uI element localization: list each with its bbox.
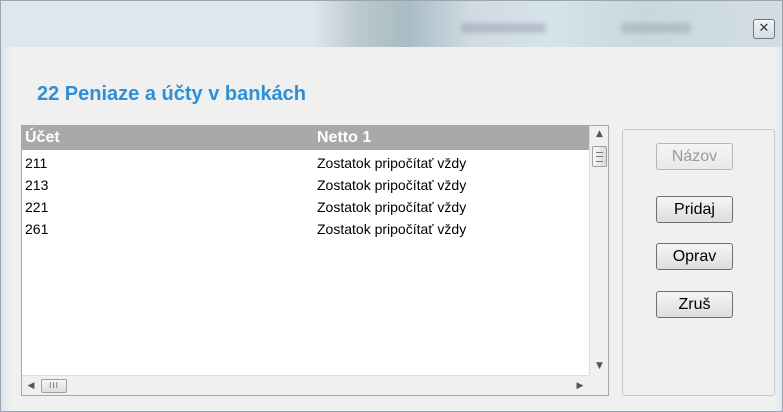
netto-cell: Zostatok pripočítať vždy: [317, 199, 467, 215]
accounts-list[interactable]: Účet Netto 1 211 Zostatok pripočítať vžd…: [21, 125, 609, 396]
table-row[interactable]: 221 Zostatok pripočítať vždy: [22, 196, 589, 218]
column-header-account[interactable]: Účet: [25, 129, 60, 147]
account-cell: 213: [25, 177, 49, 193]
horizontal-scrollbar[interactable]: ◀ III ▶: [22, 375, 589, 395]
vertical-scrollbar[interactable]: ▲ ▼: [589, 126, 608, 375]
dialog-window: ✕ 22 Peniaze a účty v bankách Účet Netto…: [0, 0, 783, 412]
table-row[interactable]: 261 Zostatok pripočítať vždy: [22, 218, 589, 240]
netto-cell: Zostatok pripočítať vždy: [317, 221, 467, 237]
netto-cell: Zostatok pripočítať vždy: [317, 155, 467, 171]
account-cell: 261: [25, 221, 49, 237]
add-button[interactable]: Pridaj: [656, 196, 733, 223]
button-panel: Názov Pridaj Oprav Zruš: [622, 129, 775, 396]
title-bar[interactable]: ✕: [1, 1, 782, 47]
blurred-background: [621, 23, 691, 33]
table-row[interactable]: 211 Zostatok pripočítať vždy: [22, 152, 589, 174]
scroll-up-icon[interactable]: ▲: [590, 126, 608, 143]
column-header-netto[interactable]: Netto 1: [317, 129, 371, 147]
name-button[interactable]: Názov: [656, 143, 733, 170]
scroll-corner: [589, 375, 608, 395]
close-button[interactable]: ✕: [753, 19, 775, 39]
account-cell: 211: [25, 155, 48, 171]
window-frame-left: [1, 47, 11, 411]
table-header: Účet Netto 1: [22, 126, 589, 150]
horizontal-scroll-thumb[interactable]: III: [41, 379, 67, 393]
scroll-down-icon[interactable]: ▼: [590, 358, 608, 375]
dialog-content: 22 Peniaze a účty v bankách Účet Netto 1…: [11, 47, 775, 411]
table-row[interactable]: 213 Zostatok pripočítať vždy: [22, 174, 589, 196]
window-frame-right: [774, 47, 782, 411]
page-title: 22 Peniaze a účty v bankách: [37, 83, 307, 105]
close-icon: ✕: [758, 21, 770, 36]
delete-button[interactable]: Zruš: [656, 291, 733, 318]
edit-button[interactable]: Oprav: [656, 243, 733, 270]
vertical-scroll-thumb[interactable]: [592, 146, 607, 167]
account-cell: 221: [25, 199, 49, 215]
blurred-background: [461, 23, 546, 33]
scroll-right-icon[interactable]: ▶: [571, 376, 589, 395]
netto-cell: Zostatok pripočítať vždy: [317, 177, 467, 193]
scroll-left-icon[interactable]: ◀: [22, 376, 40, 395]
